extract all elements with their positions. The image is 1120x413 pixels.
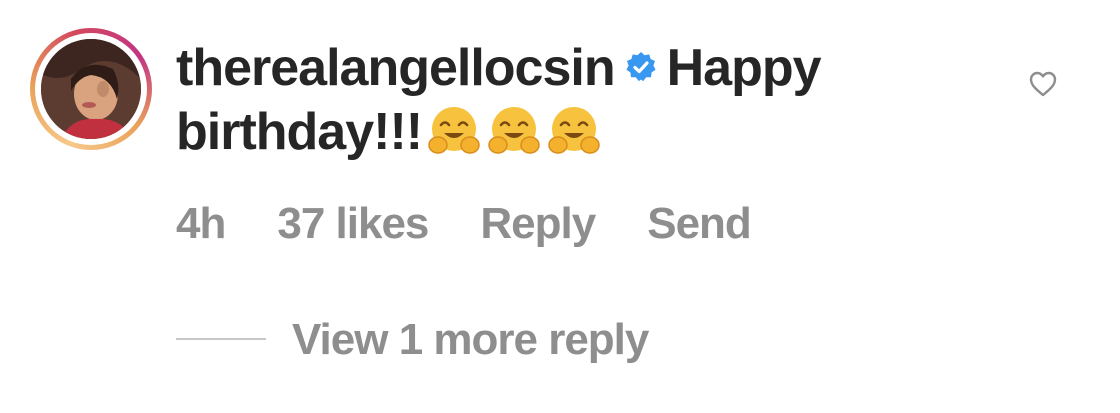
comment-username[interactable]: therealangellocsin <box>176 39 616 97</box>
emoji-group <box>426 103 606 174</box>
comment-meta-row: 4h 37 likes Reply Send <box>176 196 803 252</box>
hugging-face-emoji <box>546 103 602 159</box>
reply-button[interactable]: Reply <box>480 199 596 248</box>
verified-badge-icon <box>625 51 657 83</box>
avatar-photo <box>41 39 141 139</box>
comment-text-block: therealangellocsin Happy birthday!!! <box>176 36 976 174</box>
heart-outline-icon[interactable] <box>1027 68 1059 100</box>
hugging-face-emoji <box>426 103 482 159</box>
view-more-replies-label[interactable]: View 1 more reply <box>292 312 649 368</box>
comment-item: therealangellocsin Happy birthday!!! 4h … <box>0 0 1120 413</box>
avatar-gap <box>35 33 147 145</box>
replies-divider <box>176 338 266 340</box>
send-button[interactable]: Send <box>647 199 752 248</box>
likes-count-button[interactable]: 37 likes <box>277 199 429 248</box>
hugging-face-emoji <box>486 103 542 159</box>
avatar-story-ring[interactable] <box>30 28 152 150</box>
comment-timestamp[interactable]: 4h <box>176 199 226 248</box>
avatar[interactable] <box>41 39 141 139</box>
